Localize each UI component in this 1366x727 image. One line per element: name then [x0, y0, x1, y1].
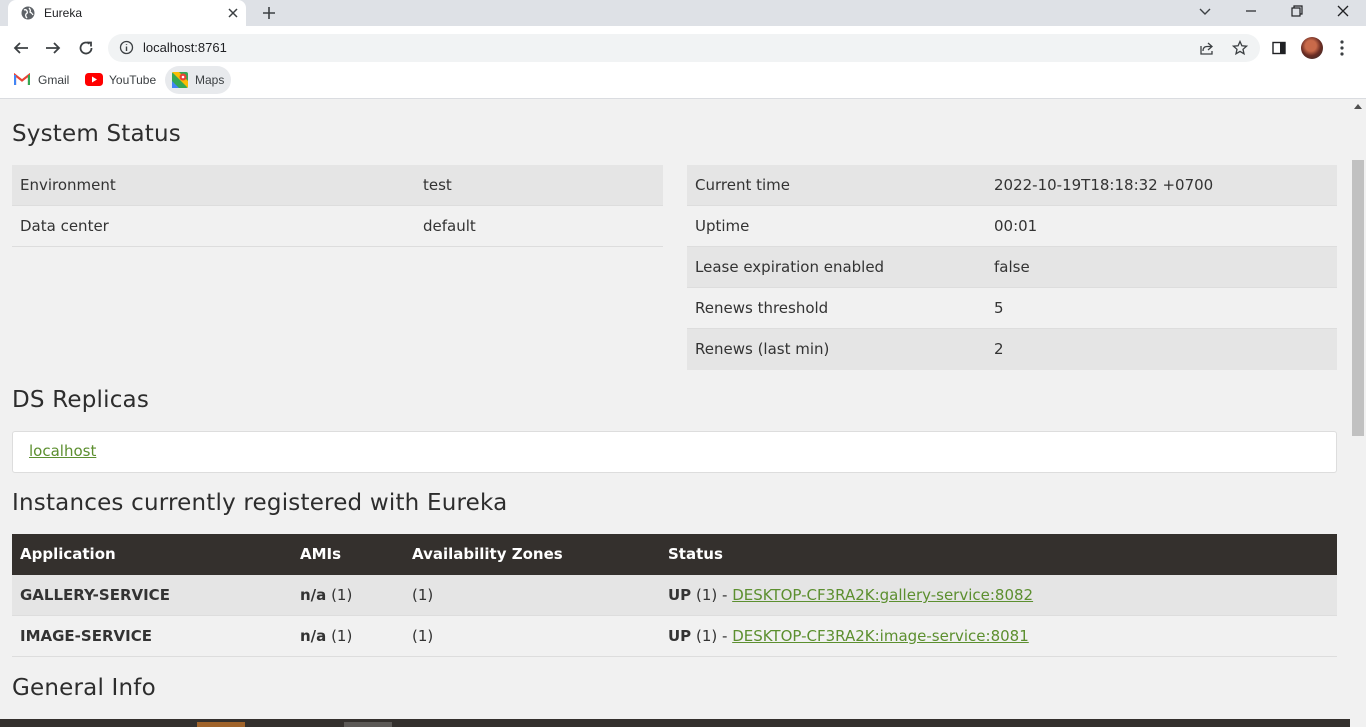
maps-icon: [172, 72, 188, 88]
url-text[interactable]: localhost:8761: [143, 40, 227, 55]
status-key: Renews (last min): [695, 340, 830, 358]
table-row: Renews (last min) 2: [687, 329, 1337, 370]
status-key: Renews threshold: [695, 299, 829, 317]
instance-link[interactable]: DESKTOP-CF3RA2K:gallery-service:8082: [732, 586, 1033, 604]
table-header: Application AMIs Availability Zones Stat…: [12, 534, 1337, 575]
bookmark-label: Maps: [195, 73, 225, 87]
amis-cell: n/a (1): [300, 586, 353, 604]
bookmark-label: YouTube: [109, 73, 157, 87]
status-cell: UP (1) - DESKTOP-CF3RA2K:image-service:8…: [668, 627, 1029, 645]
new-tab-icon[interactable]: [261, 5, 277, 21]
table-row: Uptime 00:01: [687, 206, 1337, 247]
close-window-icon[interactable]: [1335, 3, 1351, 19]
address-bar[interactable]: [108, 34, 1260, 62]
system-status-title: System Status: [12, 121, 181, 147]
status-cell: UP (1) - DESKTOP-CF3RA2K:gallery-service…: [668, 586, 1034, 604]
forward-icon[interactable]: [44, 39, 62, 57]
table-row: Data center default: [12, 206, 663, 247]
status-key: Current time: [695, 176, 790, 194]
status-value: 5: [994, 299, 1004, 317]
general-info-title: General Info: [12, 675, 156, 701]
share-icon[interactable]: [1199, 40, 1215, 56]
profile-avatar[interactable]: [1301, 37, 1323, 59]
status-key: Uptime: [695, 217, 750, 235]
application-name: GALLERY-SERVICE: [20, 586, 170, 604]
status-value: 2022-10-19T18:18:32 +0700: [994, 176, 1214, 194]
status-value: 00:01: [994, 217, 1038, 235]
bookmark-star-icon[interactable]: [1232, 40, 1248, 56]
tab-title: Eureka: [44, 6, 83, 20]
column-header-application: Application: [20, 545, 116, 563]
page-scrollbar[interactable]: [1350, 99, 1366, 727]
table-row: IMAGE-SERVICE n/a (1) (1) UP (1) - DESKT…: [12, 616, 1337, 657]
table-row: Lease expiration enabled false: [687, 247, 1337, 288]
ds-replicas-title: DS Replicas: [12, 387, 150, 413]
close-icon[interactable]: [226, 6, 240, 20]
scroll-up-arrow-icon[interactable]: [1354, 104, 1362, 109]
gmail-icon: [14, 73, 30, 85]
amis-cell: n/a (1): [300, 627, 353, 645]
column-header-status: Status: [668, 545, 723, 563]
bookmark-youtube[interactable]: YouTube: [84, 66, 160, 94]
table-row: GALLERY-SERVICE n/a (1) (1) UP (1) - DES…: [12, 575, 1337, 616]
status-key: Lease expiration enabled: [695, 258, 885, 276]
status-key: Data center: [20, 217, 109, 235]
status-key: Environment: [20, 176, 116, 194]
side-panel-icon[interactable]: [1271, 40, 1287, 56]
globe-icon: [21, 6, 35, 20]
replica-link-localhost[interactable]: localhost: [29, 442, 96, 460]
back-icon[interactable]: [12, 39, 30, 57]
site-info-icon[interactable]: [119, 40, 134, 55]
restore-icon[interactable]: [1289, 3, 1305, 19]
table-row: Environment test: [12, 165, 663, 206]
browser-tab[interactable]: Eureka: [8, 0, 246, 26]
browser-tabbar: Eureka: [0, 0, 1366, 26]
bookmark-label: Gmail: [38, 73, 70, 87]
column-header-zones: Availability Zones: [412, 545, 563, 563]
status-value: test: [423, 176, 452, 194]
application-name: IMAGE-SERVICE: [20, 627, 152, 645]
instances-title: Instances currently registered with Eure…: [12, 490, 508, 516]
scroll-thumb[interactable]: [1352, 160, 1364, 436]
instance-link[interactable]: DESKTOP-CF3RA2K:image-service:8081: [732, 627, 1029, 645]
status-value: 2: [994, 340, 1004, 358]
bookmark-gmail[interactable]: Gmail: [12, 66, 74, 94]
ds-replicas-list: localhost: [12, 431, 1337, 473]
header-accent: [344, 722, 392, 727]
zones-cell: (1): [412, 586, 434, 604]
tab-search-chevron-icon[interactable]: [1197, 3, 1213, 19]
zones-cell: (1): [412, 627, 434, 645]
status-value: false: [994, 258, 1030, 276]
table-row: Current time 2022-10-19T18:18:32 +0700: [687, 165, 1337, 206]
column-header-amis: AMIs: [300, 545, 342, 563]
eureka-dashboard: System Status Environment test Data cent…: [0, 99, 1350, 727]
youtube-icon: [85, 73, 103, 86]
general-info-table-header: [0, 719, 1350, 727]
minimize-icon[interactable]: [1243, 3, 1259, 19]
more-menu-icon[interactable]: [1336, 39, 1348, 57]
bookmark-maps[interactable]: Maps: [170, 66, 230, 94]
status-value: default: [423, 217, 476, 235]
reload-icon[interactable]: [77, 39, 95, 57]
table-row: Renews threshold 5: [687, 288, 1337, 329]
header-accent: [197, 722, 245, 727]
